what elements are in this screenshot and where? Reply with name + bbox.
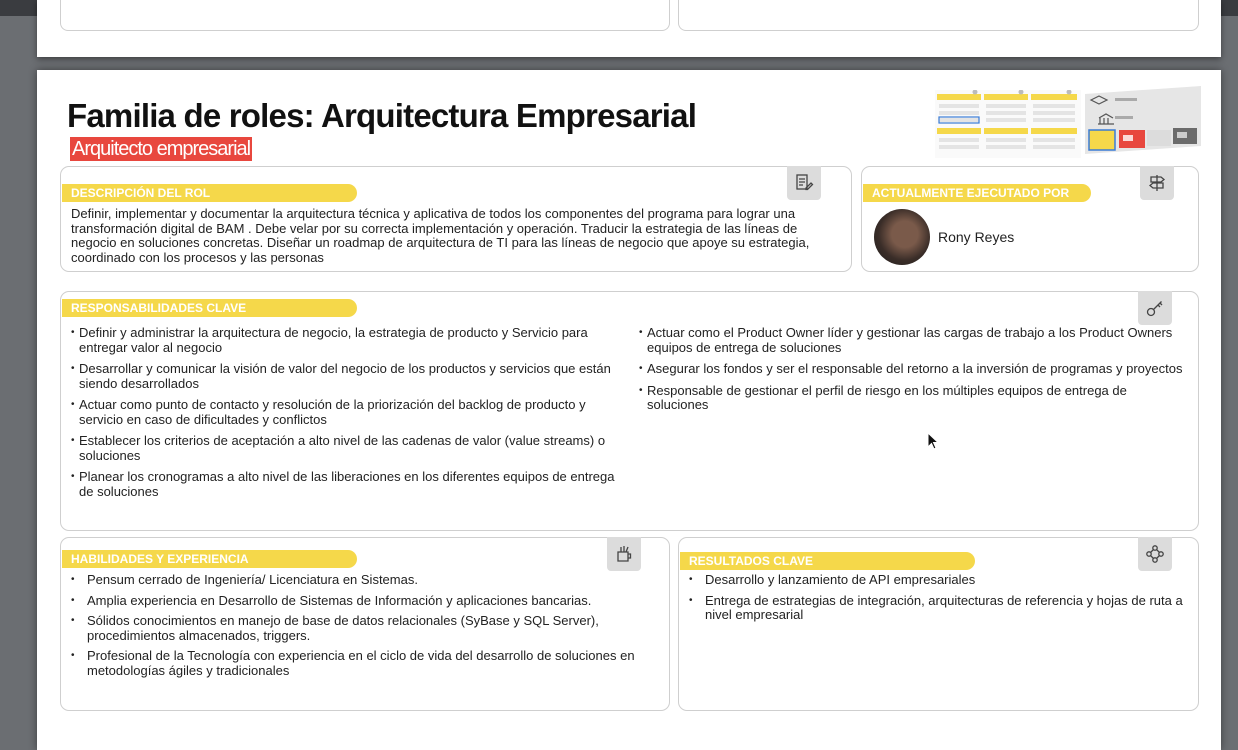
skills-list: Pensum cerrado de Ingeniería/ Licenciatu… bbox=[61, 572, 661, 684]
key-responsibilities-heading: RESPONSABILIDADES CLAVE bbox=[62, 299, 357, 317]
previous-slide-page bbox=[37, 0, 1221, 57]
list-item: Actuar como punto de contacto y resoluci… bbox=[69, 397, 629, 427]
role-subtitle: Arquitecto empresarial bbox=[70, 137, 253, 161]
key-responsibilities-right-list: Actuar como el Product Owner líder y ges… bbox=[637, 325, 1187, 420]
previous-slide-card-left bbox=[60, 0, 670, 31]
list-item: Responsable de gestionar el perfil de ri… bbox=[637, 383, 1187, 413]
list-item: Profesional de la Tecnología con experie… bbox=[61, 648, 661, 678]
key-results-heading: RESULTADOS CLAVE bbox=[680, 552, 975, 570]
list-item: Establecer los criterios de aceptación a… bbox=[69, 433, 629, 463]
skills-experience-card: HABILIDADES Y EXPERIENCIA Pensum cerrado… bbox=[60, 537, 670, 711]
list-item: Pensum cerrado de Ingeniería/ Licenciatu… bbox=[61, 572, 661, 588]
key-results-card: RESULTADOS CLAVE Desarrollo y lanzamient… bbox=[678, 537, 1199, 711]
list-item: Desarrollar y comunicar la visión de val… bbox=[69, 361, 629, 391]
skills-experience-heading: HABILIDADES Y EXPERIENCIA bbox=[62, 550, 357, 568]
mouse-cursor-icon bbox=[927, 432, 940, 450]
key-responsibilities-left-list: Definir y administrar la arquitectura de… bbox=[69, 325, 629, 506]
process-thumbnail bbox=[1085, 86, 1201, 154]
previous-slide-card-right bbox=[678, 0, 1199, 31]
role-description-text: Definir, implementar y documentar la arq… bbox=[71, 206, 810, 265]
signpost-icon bbox=[1140, 166, 1174, 200]
avatar bbox=[874, 209, 930, 265]
list-item: Planear los cronogramas a alto nivel de … bbox=[69, 469, 629, 499]
list-item: Actuar como el Product Owner líder y ges… bbox=[637, 325, 1187, 355]
list-item: Entrega de estrategias de integración, a… bbox=[679, 593, 1184, 623]
executed-by-heading: ACTUALMENTE EJECUTADO POR bbox=[863, 184, 1091, 202]
key-responsibilities-card: RESPONSABILIDADES CLAVE Definir y admini… bbox=[60, 291, 1199, 531]
role-description-heading: DESCRIPCIÓN DEL ROL bbox=[62, 184, 357, 202]
list-item: Amplia experiencia en Desarrollo de Sist… bbox=[61, 593, 661, 609]
tools-cup-icon bbox=[607, 537, 641, 571]
document-edit-icon bbox=[787, 166, 821, 200]
executed-by-card: ACTUALMENTE EJECUTADO POR Rony Reyes bbox=[861, 166, 1199, 272]
key-icon bbox=[1138, 291, 1172, 325]
list-item: Asegurar los fondos y ser el responsable… bbox=[637, 361, 1187, 377]
list-item: Sólidos conocimientos en manejo de base … bbox=[61, 613, 661, 643]
slide-page: Familia de roles: Arquitectura Empresari… bbox=[37, 70, 1221, 750]
list-item: Definir y administrar la arquitectura de… bbox=[69, 325, 629, 355]
key-results-list: Desarrollo y lanzamiento de API empresar… bbox=[679, 572, 1184, 629]
page-title: Familia de roles: Arquitectura Empresari… bbox=[67, 97, 697, 134]
person-name: Rony Reyes bbox=[938, 229, 1015, 245]
framework-thumbnail bbox=[935, 90, 1081, 158]
list-item: Desarrollo y lanzamiento de API empresar… bbox=[679, 572, 1184, 588]
role-description-card: DESCRIPCIÓN DEL ROL Definir, implementar… bbox=[60, 166, 852, 272]
network-nodes-icon bbox=[1138, 537, 1172, 571]
